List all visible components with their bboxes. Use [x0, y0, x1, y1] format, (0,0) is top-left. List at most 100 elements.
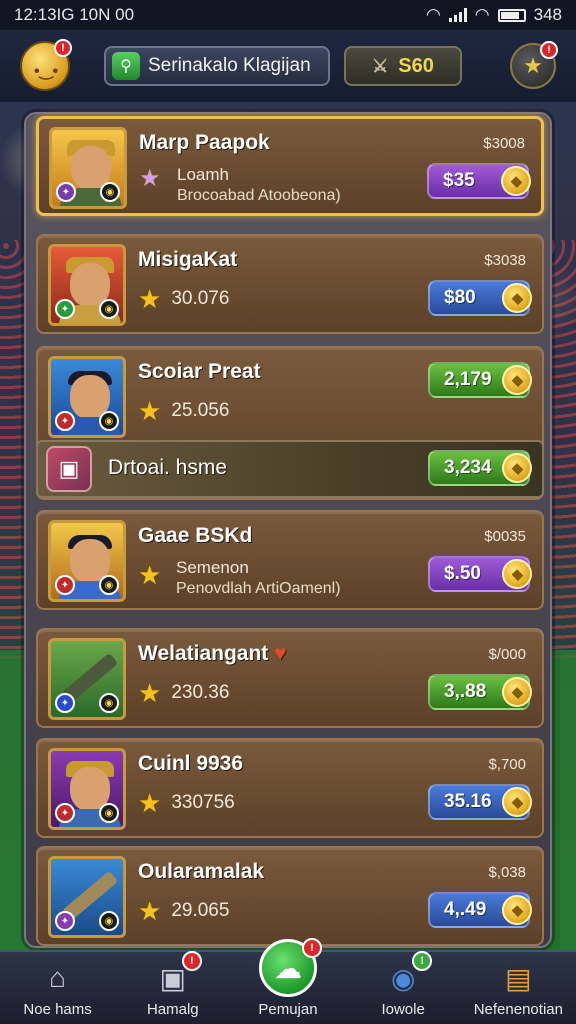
player-name: Scoiar Preat [138, 360, 261, 383]
player-details: Loamh Brocoabad Atoobeona) [177, 165, 341, 205]
star-icon: ★ [138, 560, 162, 590]
rank-badge-icon: ✦ [55, 693, 75, 713]
player-portrait: ✦ ◉ [48, 244, 126, 326]
status-bar: 12:13IG 10N 00 ◠ ◠ 348 [0, 0, 576, 30]
player-detail-line1: Loamh [177, 165, 229, 184]
search-text: Serinakalo Klagijan [148, 55, 311, 76]
profile-avatar-button[interactable]: •‿• ! [20, 39, 72, 91]
buy-price: $80 [444, 287, 476, 308]
level-badge-icon: ◉ [99, 693, 119, 713]
player-rating: 25.056 [171, 400, 230, 421]
player-name: Cuinl 9936 [138, 752, 244, 775]
search-bar[interactable]: ⚲ Serinakalo Klagijan [104, 46, 330, 86]
buy-price: 2,179 [444, 369, 492, 390]
coin-icon: ◆ [502, 677, 532, 707]
rank-badge-icon: ✦ [55, 911, 75, 931]
player-value: $,038 [488, 864, 526, 881]
buy-price: 35.16 [444, 791, 492, 812]
nav-badge: ! [301, 938, 322, 958]
search-icon: ⚲ [112, 52, 140, 80]
player-card[interactable]: ✦ ◉ MisigaKat $3038 ★ 30.076 $80 ◆ [36, 234, 544, 334]
camera-promo-icon: ▣ [46, 446, 92, 492]
buy-button[interactable]: $.50 ◆ [428, 556, 532, 592]
player-value: $3038 [484, 252, 526, 269]
player-card[interactable]: ✦ ◉ Welatiangant ♥ $/000 ★ 230.36 3,.88 … [36, 628, 544, 728]
chat-icon: ☁ ! [258, 938, 322, 997]
star-icon: ★ [138, 788, 162, 818]
promo-price: 3,234 [444, 457, 492, 478]
nav-item-camera[interactable]: ▣ ! Hamalg [118, 951, 228, 1018]
battery-level: 348 [533, 5, 562, 24]
buy-button[interactable]: $35 ◆ [427, 163, 531, 199]
player-value: $,700 [488, 756, 526, 773]
player-portrait: ✦ ◉ [48, 356, 126, 438]
player-card[interactable]: ✦ ◉ Gaae BSKd $0035 ★ Semenon Penovdlah … [36, 510, 544, 610]
nav-item-home[interactable]: ⌂ Noe hams [3, 959, 113, 1018]
nav-item-webcam[interactable]: ◉ ! Iowole [348, 951, 458, 1018]
nav-item-toolbox[interactable]: ▤ Nefenenotian [463, 959, 573, 1019]
wifi-icon-2: ◠ [474, 5, 490, 24]
player-card[interactable]: ✦ ◉ Marp Paapok $3008 ★ Loamh Brocoabad … [36, 116, 544, 216]
battery-icon [497, 8, 526, 22]
player-stats: ★ 25.056 [138, 398, 229, 424]
rank-badge-icon: ✦ [55, 299, 75, 319]
toolbox-icon: ▤ [505, 962, 532, 994]
buy-price: 3,.88 [444, 681, 487, 702]
buy-button[interactable]: 3,.88 ◆ [428, 674, 532, 710]
player-stats: ★ 30.076 [138, 286, 229, 312]
player-value: $0035 [484, 528, 526, 545]
coin-icon: ◆ [502, 559, 532, 589]
promo-buy-button[interactable]: 3,234 ◆ [428, 450, 532, 486]
rank-badge-icon: ✦ [55, 411, 75, 431]
nav-label: Pemujan [258, 1001, 318, 1018]
player-list-panel: ✦ ◉ Marp Paapok $3008 ★ Loamh Brocoabad … [24, 112, 552, 948]
currency-amount: S60 [398, 54, 434, 77]
promo-banner[interactable]: ▣ Drtoai. hsme 3,234 ◆ [36, 440, 544, 498]
coin-icon: ◆ [502, 365, 532, 395]
buy-button[interactable]: $80 ◆ [428, 280, 532, 316]
rank-badge-icon: ✦ [56, 182, 76, 202]
trophy-icon: ★ [523, 53, 543, 78]
player-card[interactable]: ✦ ◉ Cuinl 9936 $,700 ★ 330756 35.16 ◆ [36, 738, 544, 838]
player-rating: 230.36 [171, 682, 230, 703]
player-name: Marp Paapok [139, 131, 270, 154]
notifications-badge: ! [540, 41, 558, 59]
sword-icon: ⚔ [372, 55, 389, 76]
buy-button[interactable]: 2,179 ◆ [428, 362, 532, 398]
camera-icon: ▣ ! [152, 951, 202, 997]
buy-button[interactable]: 35.16 ◆ [428, 784, 532, 820]
player-portrait: ✦ ◉ [49, 127, 127, 209]
home-icon: ⌂ [49, 962, 67, 993]
nav-item-chat[interactable]: ☁ ! Pemujan [233, 938, 343, 1018]
status-time: 12:13IG 10N 00 [14, 5, 135, 24]
avatar-face-icon: •‿• [34, 63, 59, 80]
player-stats: ★ 29.065 [138, 898, 229, 924]
player-detail-line1: Semenon [176, 558, 249, 577]
star-icon: ★ [139, 165, 161, 192]
player-details: Semenon Penovdlah ArtiOamenl) [176, 558, 341, 598]
player-name: Gaae BSKd [138, 524, 253, 547]
signal-icon [448, 8, 467, 22]
notifications-button[interactable]: ★ ! [510, 41, 558, 89]
currency-button[interactable]: ⚔ S60 [344, 46, 462, 86]
top-header: •‿• ! ⚲ Serinakalo Klagijan ⚔ S60 ★ ! [0, 30, 576, 102]
star-icon: ★ [138, 678, 162, 708]
player-detail-line2: Brocoabad Atoobeona) [177, 187, 341, 204]
webcam-icon: ◉ ! [382, 951, 433, 997]
player-card[interactable]: ✦ ◉ Oularamalak $,038 ★ 29.065 4,.49 ◆ [36, 846, 544, 946]
star-icon: ★ [138, 284, 162, 314]
player-rating: 29.065 [171, 900, 230, 921]
player-rating: 30.076 [171, 288, 230, 309]
nav-label: Noe hams [23, 1001, 92, 1018]
level-badge-icon: ◉ [99, 299, 119, 319]
nav-label: Nefenenotian [473, 1001, 563, 1018]
level-badge-icon: ◉ [99, 803, 119, 823]
player-name-text: Welatiangant [138, 642, 269, 665]
buy-price: 4,.49 [444, 899, 487, 920]
status-icons: ◠ ◠ 348 [426, 5, 562, 25]
coin-icon: ◆ [502, 283, 532, 313]
buy-price: $.50 [444, 563, 481, 584]
player-name: Oularamalak [138, 860, 265, 883]
rank-badge-icon: ✦ [55, 575, 75, 595]
buy-button[interactable]: 4,.49 ◆ [428, 892, 532, 928]
